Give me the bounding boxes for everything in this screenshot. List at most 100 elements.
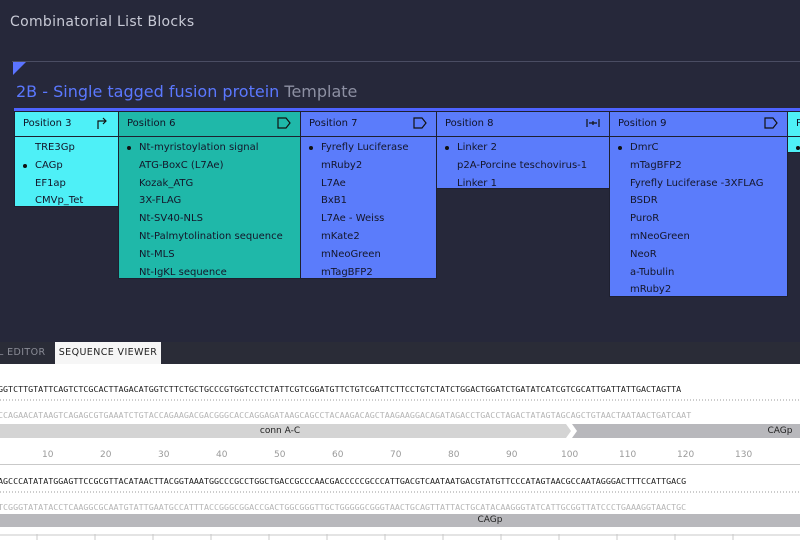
list-item[interactable]: ATG-BoxC (L7Ae) (119, 157, 300, 175)
item-label: mNeoGreen (630, 230, 690, 242)
list-item[interactable]: CAGp (15, 157, 118, 175)
selected-dot-icon (445, 146, 449, 150)
position-column[interactable]: Position 9 DmrC mTagBFP2 Fyrefly Lucifer… (609, 111, 788, 297)
position-header[interactable]: Position 7 (301, 112, 436, 137)
item-label: mRuby2 (630, 284, 672, 296)
sequence-row-top: GGTCTTGTATTCAGTCTCGCACTTAGACATGGTCTTCTGC… (0, 384, 682, 394)
bottom-tab-bar: L EDITOR SEQUENCE VIEWER (0, 342, 800, 364)
annotation-label-cagp[interactable]: CAGp (740, 424, 800, 438)
list-item[interactable]: NeoR (610, 246, 787, 264)
list-item[interactable] (788, 139, 800, 157)
template-name[interactable]: 2B - Single tagged fusion protein (16, 82, 279, 101)
list-item[interactable]: EF1ap (15, 175, 118, 193)
list-item[interactable]: Nt-IgKL sequence (119, 264, 300, 282)
list-item[interactable]: Nt-MLS (119, 246, 300, 264)
position-column[interactable]: Position 7 Fyrefly Luciferase mRuby2 L7A… (300, 111, 437, 279)
corner-marker-icon (13, 62, 26, 75)
position-header[interactable]: Position 3 (15, 112, 118, 137)
list-item[interactable]: CMVp_Tet (15, 192, 118, 210)
item-label: Fyrefly Luciferase -3XFLAG (630, 177, 764, 189)
position-label: Position 9 (618, 118, 667, 129)
position-column[interactable]: Position 6 Nt-myristoylation signal ATG-… (118, 111, 301, 279)
list-item[interactable]: Linker 2 (437, 139, 609, 157)
ruler-label: 110 (619, 450, 637, 460)
list-item[interactable]: mNeoGreen (610, 228, 787, 246)
list-item[interactable]: DmrC (610, 139, 787, 157)
item-label: Linker 2 (457, 142, 497, 153)
item-label: CMVp_Tet (35, 195, 84, 207)
list-item[interactable]: TRE3Gp (15, 139, 118, 157)
item-label: a-Tubulin (630, 266, 675, 278)
position-header[interactable]: Position 8 (437, 112, 609, 137)
list-item[interactable]: Nt-Palmytolination sequence (119, 228, 300, 246)
position-column[interactable]: Position 3 TRE3Gp CAGp EF1ap CMVp_Tet (14, 111, 119, 207)
item-label: mTagBFP2 (321, 266, 373, 278)
list-item[interactable]: Fyrefly Luciferase -3XFLAG (610, 175, 787, 193)
sequence-row-top: AGCCCATATATGGAGTTCCGCGTTACATAACTTACGGTAA… (0, 476, 687, 486)
list-item[interactable]: p2A-Porcine teschovirus-1 (437, 157, 609, 175)
position-column[interactable]: P (787, 111, 800, 153)
sequence-row-complement: TCGGGTATATACCTCAAGGCGCAATGTATTGAATGCCATT… (0, 502, 687, 512)
item-label: BxB1 (321, 195, 348, 207)
selected-dot-icon (618, 146, 622, 150)
tab-editor[interactable]: L EDITOR (0, 342, 46, 364)
position-header[interactable]: Position 6 (119, 112, 300, 137)
ruler-label: 80 (448, 450, 460, 460)
item-label: Kozak_ATG (139, 177, 194, 189)
list-item[interactable]: Kozak_ATG (119, 175, 300, 193)
position-column[interactable]: Position 8 Linker 2 p2A-Porcine teschovi… (436, 111, 610, 189)
list-item[interactable]: PuroR (610, 210, 787, 228)
strand-axis (0, 399, 800, 401)
header-divider (12, 61, 800, 62)
list-item[interactable]: mRuby2 (301, 157, 436, 175)
list-item[interactable]: Fyrefly Luciferase (301, 139, 436, 157)
list-item[interactable]: mNeoGreen (301, 246, 436, 264)
cds-pentagon-icon (413, 117, 427, 129)
list-item[interactable]: mRuby2 (610, 281, 787, 299)
ruler-label: 20 (100, 450, 112, 460)
list-item[interactable]: BxB1 (301, 192, 436, 210)
selected-dot-icon (127, 146, 131, 150)
item-label: Nt-IgKL sequence (139, 266, 227, 278)
list-item[interactable]: Nt-myristoylation signal (119, 139, 300, 157)
list-item[interactable]: Linker 1 (437, 175, 609, 193)
annotation-label-cagp[interactable]: CAGp (0, 514, 800, 527)
item-label: mTagBFP2 (630, 159, 682, 171)
tab-sequence-viewer[interactable]: SEQUENCE VIEWER (55, 342, 161, 364)
item-label: L7Ae - Weiss (321, 213, 385, 225)
position-header[interactable]: P (788, 112, 800, 137)
item-label: p2A-Porcine teschovirus-1 (457, 159, 588, 171)
ruler-label: 60 (332, 450, 344, 460)
item-label: Nt-MLS (139, 248, 175, 260)
ruler-label: 70 (390, 450, 402, 460)
promoter-arrow-icon (97, 117, 107, 129)
annotation-label-conn[interactable]: conn A-C (0, 424, 560, 438)
list-item[interactable]: 3X-FLAG (119, 192, 300, 210)
item-label: mRuby2 (321, 159, 363, 171)
ruler-label: 50 (274, 450, 286, 460)
position-header[interactable]: Position 9 (610, 112, 787, 137)
list-item[interactable]: L7Ae - Weiss (301, 210, 436, 228)
ruler-label: 120 (677, 450, 695, 460)
list-item[interactable]: mTagBFP2 (610, 157, 787, 175)
list-item[interactable]: mKate2 (301, 228, 436, 246)
list-item[interactable]: BSDR (610, 192, 787, 210)
item-label: L7Ae (321, 177, 346, 189)
sequence-viewer[interactable]: GGTCTTGTATTCAGTCTCGCACTTAGACATGGTCTTCTGC… (0, 364, 800, 540)
position-label: Position 8 (445, 118, 494, 129)
list-item[interactable]: Nt-SV40-NLS (119, 210, 300, 228)
list-item[interactable]: mTagBFP2 (301, 264, 436, 282)
list-item[interactable]: L7Ae (301, 175, 436, 193)
ruler-label: 130 (735, 450, 753, 460)
list-item[interactable]: a-Tubulin (610, 264, 787, 282)
cds-pentagon-icon (277, 117, 291, 129)
sequence-row-complement: CCAGAACATAAGTCAGAGCGTGAAATCTGTACCAGAAGAC… (0, 410, 692, 420)
strand-axis (0, 534, 800, 540)
selected-dot-icon (23, 163, 27, 168)
position-ruler: 10 20 30 40 50 60 70 80 90 100 110 120 1… (0, 446, 800, 465)
item-label: TRE3Gp (35, 142, 75, 153)
ruler-label: 40 (216, 450, 228, 460)
item-label: Nt-myristoylation signal (139, 142, 259, 153)
template-title: 2B - Single tagged fusion protein Templa… (16, 82, 357, 101)
position-label: P (796, 118, 800, 129)
